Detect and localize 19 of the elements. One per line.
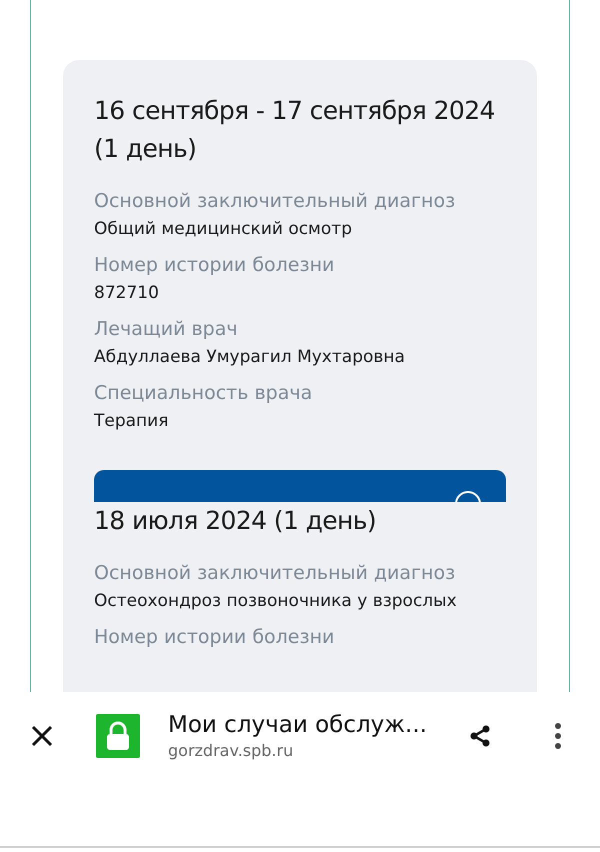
field-label: Основной заключительный диагноз bbox=[94, 190, 456, 212]
case-title: 16 сентября - 17 сентября 2024 (1 день) bbox=[94, 95, 496, 165]
page-url: gorzdrav.spb.ru bbox=[168, 740, 294, 762]
field-label: Номер истории болезни bbox=[94, 254, 336, 276]
more-icon[interactable] bbox=[554, 722, 562, 750]
page-title: Мои случаи обслуж... bbox=[168, 711, 427, 740]
field-value: Остеохондроз позвоночника у взрослых bbox=[94, 590, 458, 612]
field-value: Абдуллаева Умурагил Мухтаровна bbox=[94, 346, 406, 368]
field-label: Номер истории болезни bbox=[94, 626, 336, 648]
field-value: Общий медицинский осмотр bbox=[94, 218, 353, 240]
field-label: Основной заключительный диагноз bbox=[94, 562, 456, 584]
share-icon[interactable] bbox=[468, 724, 492, 748]
close-icon[interactable] bbox=[31, 725, 53, 747]
field-label: Лечащий врач bbox=[94, 318, 239, 340]
lock-icon[interactable] bbox=[96, 714, 140, 758]
field-value: 872710 bbox=[94, 282, 160, 304]
case-title: 18 июля 2024 (1 день) bbox=[94, 505, 378, 537]
field-label: Специальность врача bbox=[94, 382, 314, 404]
field-value: Терапия bbox=[94, 410, 170, 432]
